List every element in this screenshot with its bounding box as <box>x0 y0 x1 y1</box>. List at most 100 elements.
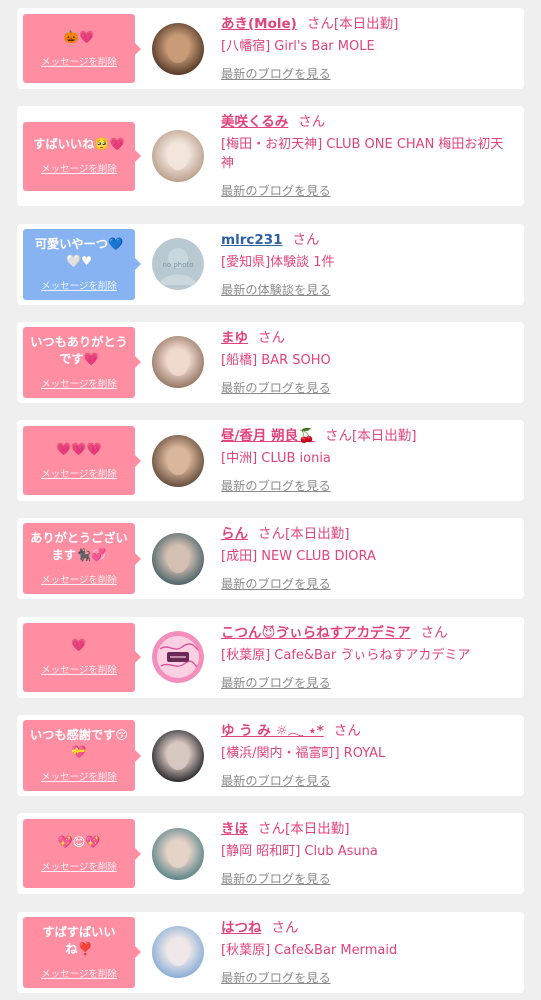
delete-message-link[interactable]: メッセージを削除 <box>41 56 117 69</box>
name-line: らん さん[本日出勤] <box>221 524 514 544</box>
sender-info: あき(Mole) さん[本日出勤] [八幡宿] Girl's Bar MOLE 最… <box>221 8 518 89</box>
message-list: 🎃💗 メッセージを削除 あき(Mole) さん[本日出勤] [八幡宿] Girl'… <box>0 0 541 993</box>
sender-info: 昼/香月 朔良🍒 さん[本日出勤] [中洲] CLUB ionia 最新のブログを… <box>221 420 518 501</box>
delete-message-link[interactable]: メッセージを削除 <box>41 163 117 176</box>
sender-name-link[interactable]: まゆ <box>221 330 248 346</box>
honorific: さん <box>306 16 334 32</box>
latest-blog-link[interactable]: 最新のブログを見る <box>221 574 331 594</box>
delete-message-link[interactable]: メッセージを削除 <box>41 574 117 587</box>
message-text: すばすばいいね❣️ <box>42 924 116 956</box>
delete-message-link[interactable]: メッセージを削除 <box>41 378 117 391</box>
latest-blog-link[interactable]: 最新のブログを見る <box>221 64 331 84</box>
sender-info: はつね さん [秋葉原] Cafe&Bar Mermaid 最新のブログを見る <box>221 912 518 993</box>
delete-message-link[interactable]: メッセージを削除 <box>41 861 117 874</box>
status-badge: [本日出勤] <box>285 821 350 838</box>
shop-info: [成田] NEW CLUB DIORA <box>221 549 376 565</box>
avatar[interactable] <box>152 729 204 782</box>
message-card: 💗 メッセージを削除 こつん😈ゔぃらねすアカデミア さん [秋葉原] Cafe&B… <box>17 616 524 698</box>
honorific: さん <box>333 723 361 740</box>
delete-message-link[interactable]: メッセージを削除 <box>41 968 117 981</box>
message-card: いつもありがとうです💗 メッセージを削除 まゆ さん [船橋] BAR SOHO … <box>17 321 524 403</box>
latest-blog-link[interactable]: 最新のブログを見る <box>221 968 331 988</box>
status-badge: [本日出勤] <box>285 526 350 543</box>
name-line: 美咲くるみ さん <box>221 112 514 132</box>
avatar[interactable] <box>152 336 204 389</box>
sender-name-link[interactable]: はつね <box>221 920 262 936</box>
message-text: 🎃💗 <box>63 29 95 44</box>
message-bubble: いつもありがとうです💗 メッセージを削除 <box>23 326 141 398</box>
message-bubble: いつも感謝です😚💝 メッセージを削除 <box>23 720 141 792</box>
message-text: 💖😊💖 <box>57 834 101 849</box>
message-bubble: ありがとうございます🐈‍⬛💞 メッセージを削除 <box>23 523 141 595</box>
message-bubble: 可愛いやーつ💙🤍♥ メッセージを削除 <box>23 228 141 300</box>
shop-info: [横浜/関内・福富町] ROYAL <box>221 746 386 762</box>
latest-blog-link[interactable]: 最新のブログを見る <box>221 869 331 889</box>
sender-name-link[interactable]: きほ <box>221 821 248 837</box>
avatar[interactable] <box>152 827 204 880</box>
message-text: 可愛いやーつ💙🤍♥ <box>34 236 124 268</box>
message-text: すばいいね🥺💗 <box>33 137 125 152</box>
sender-name-link[interactable]: 美咲くるみ <box>221 114 288 130</box>
name-line: はつね さん <box>221 918 514 938</box>
shop-logo-avatar[interactable] <box>152 631 204 684</box>
avatar[interactable] <box>152 130 204 183</box>
message-text: いつも感謝です😚💝 <box>29 728 129 760</box>
honorific: さん <box>298 114 326 131</box>
avatar[interactable] <box>152 926 204 979</box>
message-card: 💖😊💖 メッセージを削除 きほ さん[本日出勤] [静岡 昭和町] Club As… <box>17 813 524 895</box>
avatar[interactable] <box>152 22 204 75</box>
delete-message-link[interactable]: メッセージを削除 <box>41 468 117 481</box>
avatar[interactable] <box>152 532 204 585</box>
message-card: いつも感謝です😚💝 メッセージを削除 ゆ う み ☼𓂃 ⋆* さん [横浜/関内・… <box>17 715 524 797</box>
shop-logo-icon <box>152 631 204 684</box>
message-bubble: 💗 メッセージを削除 <box>23 622 141 692</box>
message-card: すばすばいいね❣️ メッセージを削除 はつね さん [秋葉原] Cafe&Bar … <box>17 911 524 993</box>
message-bubble: すばすばいいね❣️ メッセージを削除 <box>23 916 141 988</box>
sender-info: ゆ う み ☼𓂃 ⋆* さん [横浜/関内・福富町] ROYAL 最新のブログを見… <box>221 715 518 796</box>
latest-experience-link[interactable]: 最新の体験談を見る <box>221 280 331 300</box>
sender-name-link[interactable]: 昼/香月 朔良🍒 <box>221 428 315 444</box>
no-photo-icon: no photo <box>152 238 204 291</box>
message-bubble: すばいいね🥺💗 メッセージを削除 <box>23 121 141 191</box>
honorific: さん <box>258 526 285 543</box>
latest-blog-link[interactable]: 最新のブログを見る <box>221 378 331 398</box>
avatar[interactable] <box>152 434 204 487</box>
message-text: ありがとうございます🐈‍⬛💞 <box>30 531 128 563</box>
honorific: さん <box>271 919 299 936</box>
sender-name-link[interactable]: あき(Mole) <box>221 16 297 32</box>
message-bubble: 🎃💗 メッセージを削除 <box>23 14 141 83</box>
honorific: さん <box>292 231 320 248</box>
latest-blog-link[interactable]: 最新のブログを見る <box>221 673 331 693</box>
message-card: ありがとうございます🐈‍⬛💞 メッセージを削除 らん さん[本日出勤] [成田] … <box>17 518 524 600</box>
no-photo-avatar[interactable]: no photo <box>152 238 204 291</box>
delete-message-link[interactable]: メッセージを削除 <box>41 664 117 677</box>
name-line: 昼/香月 朔良🍒 さん[本日出勤] <box>221 426 514 446</box>
name-line: きほ さん[本日出勤] <box>221 819 514 839</box>
name-line: あき(Mole) さん[本日出勤] <box>221 14 514 34</box>
message-bubble: 💖😊💖 メッセージを削除 <box>23 819 141 889</box>
sender-name-link[interactable]: mlrc231 <box>221 232 283 248</box>
name-line: ゆ う み ☼𓂃 ⋆* さん <box>221 721 514 741</box>
sender-name-link[interactable]: こつん😈ゔぃらねすアカデミア <box>221 625 411 641</box>
message-text: いつもありがとうです💗 <box>30 334 128 366</box>
sender-info: らん さん[本日出勤] [成田] NEW CLUB DIORA 最新のブログを見る <box>221 518 518 599</box>
shop-info: [船橋] BAR SOHO <box>221 352 331 368</box>
delete-message-link[interactable]: メッセージを削除 <box>41 771 117 784</box>
sender-info: こつん😈ゔぃらねすアカデミア さん [秋葉原] Cafe&Bar ゔぃらねすアカデ… <box>221 617 518 698</box>
name-line: こつん😈ゔぃらねすアカデミア さん <box>221 623 514 643</box>
sender-info: 美咲くるみ さん [梅田・お初天神] CLUB ONE CHAN 梅田お初天神 最… <box>221 106 518 206</box>
message-bubble: 💗💗💗 メッセージを削除 <box>23 426 141 496</box>
shop-info: [梅田・お初天神] CLUB ONE CHAN 梅田お初天神 <box>221 137 504 172</box>
shop-info: [静岡 昭和町] Club Asuna <box>221 844 378 860</box>
status-badge: [本日出勤] <box>351 428 417 445</box>
latest-blog-link[interactable]: 最新のブログを見る <box>221 771 331 791</box>
honorific: さん <box>258 329 285 346</box>
no-photo-label: no photo <box>162 261 193 269</box>
shop-info: [八幡宿] Girl's Bar MOLE <box>221 39 375 54</box>
sender-name-link[interactable]: らん <box>221 526 248 542</box>
latest-blog-link[interactable]: 最新のブログを見る <box>221 181 331 201</box>
shop-info: [秋葉原] Cafe&Bar Mermaid <box>221 942 398 958</box>
latest-blog-link[interactable]: 最新のブログを見る <box>221 476 331 496</box>
delete-message-link[interactable]: メッセージを削除 <box>41 280 117 293</box>
sender-name-link[interactable]: ゆ う み ☼𓂃 ⋆* <box>221 723 324 739</box>
